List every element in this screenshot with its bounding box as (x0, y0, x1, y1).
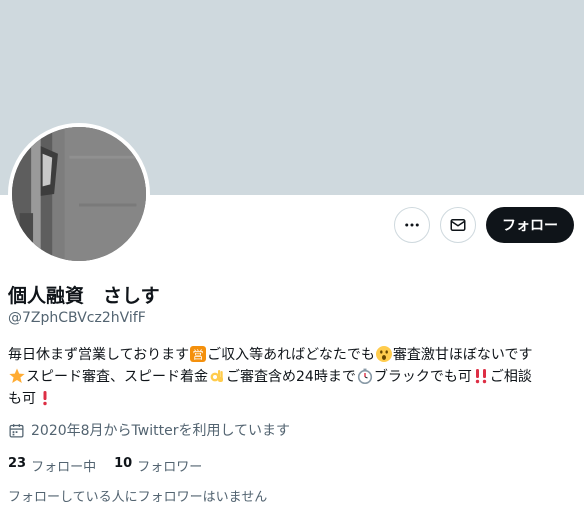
more-button[interactable] (394, 207, 430, 243)
join-date: 2020年8月からTwitterを利用しています (8, 420, 290, 440)
office-emoji-icon: 営 (190, 346, 207, 362)
star-icon (9, 368, 25, 384)
bio-text: スピード審査、スピード着金 (26, 369, 208, 385)
bio-text: 審査激甘ほぼないです (392, 347, 533, 363)
ok-hand-icon (209, 368, 225, 384)
bio-text: ご相談 (489, 369, 532, 385)
follow-stats: 23 フォロー中 10 フォロワー (8, 456, 202, 475)
following-link[interactable]: 23 フォロー中 (8, 456, 96, 475)
calendar-icon (8, 422, 25, 439)
bio-text: ご審査含め24時まで (226, 369, 356, 385)
followers-label: フォロワー (137, 460, 203, 475)
avatar[interactable] (8, 123, 150, 265)
following-count: 23 (8, 456, 27, 471)
profile-bio: 毎日休まず営業しております営ご収入等あればどなたでも 審査激甘ほぼないです スピー… (8, 344, 582, 410)
svg-text:営: 営 (193, 348, 204, 362)
double-exclamation-icon (473, 368, 489, 384)
bio-text: ご収入等あればどなたでも (207, 347, 375, 363)
join-date-text: 2020年8月からTwitterを利用しています (31, 423, 291, 439)
follow-button[interactable]: フォロー (486, 207, 574, 243)
followers-link[interactable]: 10 フォロワー (114, 456, 202, 475)
profile-actions: フォロー (394, 207, 574, 243)
bio-line-2: スピード審査、スピード着金 ご審査含め24時まで ブラックでも可 ご相談 (8, 366, 582, 388)
exclamation-icon (37, 390, 53, 406)
known-followers-note: フォローしている人にフォロワーはいません (8, 490, 268, 505)
bio-line-3: も可 (8, 388, 582, 410)
followers-count: 10 (114, 456, 133, 471)
bio-text: ブラックでも可 (373, 369, 472, 385)
astonished-face-icon (375, 346, 392, 362)
envelope-icon (449, 216, 467, 234)
following-label: フォロー中 (31, 460, 97, 475)
bio-line-1: 毎日休まず営業しております営ご収入等あればどなたでも 審査激甘ほぼないです (8, 344, 582, 366)
bio-text: も可 (8, 391, 36, 407)
more-horizontal-icon (403, 216, 421, 234)
user-handle: @7ZphCBVcz2hVifF (8, 310, 146, 326)
display-name: 個人融資 さしす (8, 285, 160, 307)
message-button[interactable] (440, 207, 476, 243)
stopwatch-icon (357, 368, 373, 384)
bio-text: 毎日休まず営業しております (8, 347, 190, 363)
